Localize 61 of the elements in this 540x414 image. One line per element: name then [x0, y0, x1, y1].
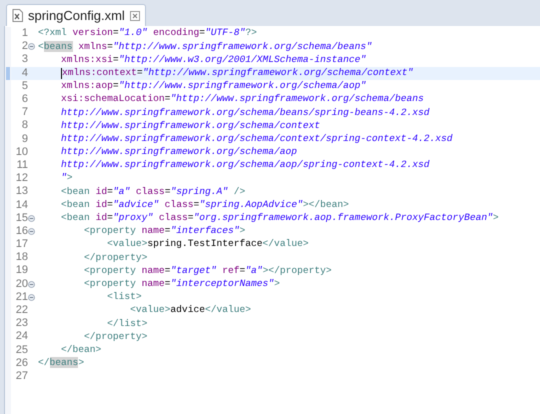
- line-number: 27: [16, 370, 28, 382]
- code-line: </property>: [84, 250, 148, 265]
- xml-file-icon: [12, 9, 23, 22]
- line-number: 5: [22, 80, 28, 92]
- line-number: 17: [16, 239, 28, 250]
- line-number: 13: [16, 186, 28, 198]
- code-line: http://www.springframework.org/schema/context/spring-context-4.2.xsd: [61, 132, 453, 146]
- code-line: http://www.springframework.org/schema/aop/spring-context-4.2.xsd: [61, 158, 430, 172]
- code-line: <value>spring.TestInterface</value>: [107, 237, 309, 252]
- line-number: 21: [16, 292, 28, 303]
- line-number: 22: [16, 305, 28, 316]
- file-tab[interactable]: springConfig.xml: [6, 4, 146, 26]
- collapse-icon[interactable]: [28, 214, 35, 222]
- code-line: </bean>: [61, 342, 102, 357]
- code-line: <value>advice</value>: [130, 303, 252, 318]
- line-number: 10: [16, 146, 28, 158]
- line-number: 20: [16, 278, 28, 290]
- close-icon[interactable]: [130, 10, 140, 20]
- code-line: </beans>: [38, 356, 84, 370]
- code-line: http://www.springframework.org/schema/aop: [61, 145, 298, 160]
- collapse-icon[interactable]: [28, 228, 35, 235]
- code-line: <bean id="a" class="spring.A" />: [61, 184, 246, 199]
- code-line: xmlns:context="http://www.springframework.org/schema/context": [62, 66, 414, 80]
- line-number: 3: [22, 54, 28, 66]
- code-line: http://www.springframework.org/schema/beans/spring-beans-4.2.xsd: [61, 106, 430, 120]
- code-line: <list>: [107, 290, 142, 304]
- line-number: 18: [16, 252, 28, 264]
- line-number: 16: [16, 226, 28, 237]
- collapse-icon[interactable]: [28, 294, 35, 301]
- code-line: <beans xmlns="http://www.springframework.org/schema/beans": [38, 40, 372, 54]
- collapse-icon[interactable]: [28, 43, 35, 50]
- line-number: 2: [22, 41, 28, 52]
- line-number: 11: [16, 160, 28, 171]
- line-number: 6: [22, 94, 28, 106]
- line-number: 19: [16, 265, 28, 276]
- code-line: <property name="interfaces">: [84, 224, 246, 238]
- code-line: xmlns:xsi="http://www.w3.org/2001/XMLSchema-instance": [61, 52, 366, 67]
- code-line: <bean id="proxy" class="org.springframework.aop.framework.ProxyFactoryBean">: [61, 211, 499, 226]
- line-number: 4: [22, 68, 28, 79]
- line-number: 24: [16, 331, 28, 342]
- code-line: <property name="interceptorNames">: [84, 276, 280, 291]
- line-number: 7: [22, 107, 28, 118]
- code-line: </property>: [84, 330, 148, 344]
- code-line: xsi:schemaLocation="http://www.springframework.org/schema/beans: [61, 92, 424, 106]
- code-line: <property name="target" ref="a"></property>: [84, 264, 332, 278]
- code-line: http://www.springframework.org/schema/context: [61, 118, 320, 133]
- line-number: 1: [22, 28, 28, 40]
- code-line: <?xml version="1.0" encoding="UTF-8"?>: [38, 26, 257, 40]
- line-number: 9: [22, 134, 28, 145]
- collapse-icon[interactable]: [28, 280, 35, 288]
- code-line: </list>: [107, 316, 148, 331]
- line-number: 25: [16, 344, 28, 356]
- code-line: ">: [61, 171, 73, 186]
- line-number: 23: [16, 318, 28, 330]
- line-number: 14: [16, 200, 28, 211]
- line-number: 15: [16, 212, 28, 224]
- line-number: 26: [16, 358, 28, 369]
- code-line: xmlns:aop="http://www.springframework.org/schema/aop": [61, 79, 366, 94]
- line-number: 12: [16, 173, 28, 184]
- code-line: <bean id="advice" class="spring.AopAdvice"></bean>: [61, 198, 349, 212]
- line-number: 8: [22, 120, 28, 132]
